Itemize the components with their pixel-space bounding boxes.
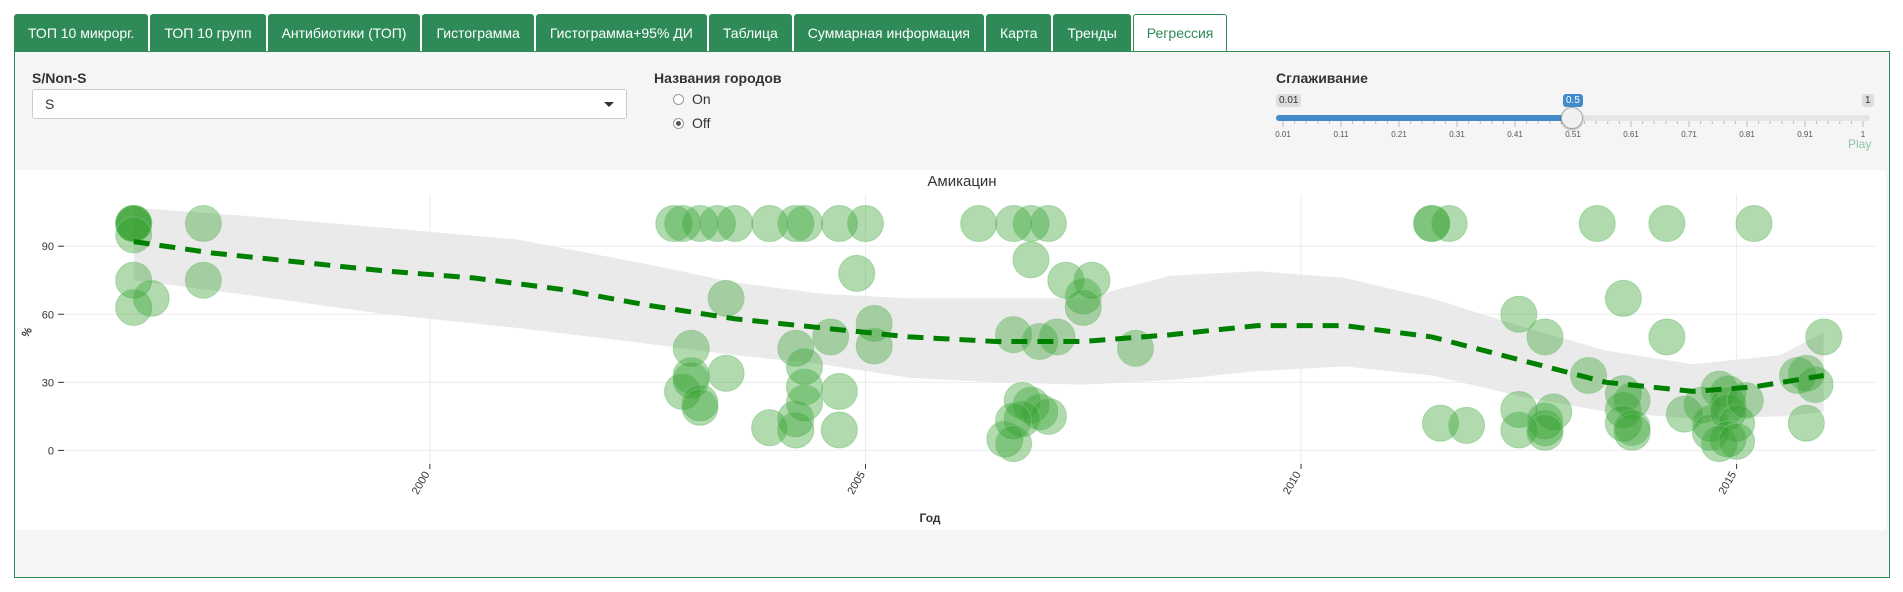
radio-on-circle[interactable]	[673, 93, 684, 105]
tab-4[interactable]: Гистограмма+95% ДИ	[535, 14, 707, 52]
data-point	[1787, 404, 1825, 442]
data-point	[1604, 279, 1642, 317]
y-tick-label: 0	[48, 445, 54, 457]
tab-8[interactable]: Тренды	[1053, 14, 1131, 52]
data-point	[1430, 204, 1468, 242]
slider-tick-label: 0.91	[1797, 130, 1813, 139]
y-tick-label: 90	[42, 241, 54, 253]
slider-tick-label: 0.21	[1391, 130, 1407, 139]
regression-chart: 0 30 60 90 2000 2005 2010 2015 Амикацин Год%	[20, 173, 1876, 525]
tab-7[interactable]: Карта	[986, 14, 1052, 52]
slider-tick-label: 0.81	[1739, 130, 1755, 139]
data-point	[1526, 318, 1564, 356]
chart-title: Амикацин	[927, 173, 996, 190]
data-point	[1735, 204, 1773, 242]
data-point	[184, 204, 222, 242]
sns-select[interactable]: S	[32, 89, 627, 119]
slider-tick-label: 0.11	[1333, 130, 1349, 139]
slider-tick-label: 0.01	[1275, 130, 1291, 139]
x-tick-label: 2005	[845, 470, 868, 497]
data-point	[716, 204, 754, 242]
data-point	[1064, 288, 1102, 326]
x-tick-label: 2000	[410, 470, 433, 497]
sns-label: S/Non-S	[32, 70, 87, 86]
y-tick-label: 30	[42, 377, 54, 389]
data-point	[1578, 204, 1616, 242]
data-point	[1718, 422, 1756, 460]
cities-label: Названия городов	[654, 70, 782, 86]
data-point	[115, 216, 153, 254]
play-button[interactable]: Play	[1848, 137, 1871, 151]
data-point	[838, 254, 876, 292]
smooth-min-badge: 0.01	[1276, 94, 1302, 107]
tab-3[interactable]: Гистограмма	[422, 14, 534, 52]
smooth-slider[interactable]: 0.01 0.5 1 0.01 0.11 0.21 0.31 0.41 0.51 0.61 0…	[1275, 94, 1874, 150]
tab-5[interactable]: Таблица	[708, 14, 792, 52]
data-point	[820, 411, 858, 449]
x-axis-label: Год	[920, 511, 941, 525]
slider-tick-label: 0.31	[1449, 130, 1465, 139]
slider-tick-label: 0.51	[1565, 130, 1581, 139]
smooth-max-badge: 1	[1862, 94, 1874, 107]
data-point	[960, 204, 998, 242]
data-point	[785, 204, 823, 242]
data-point	[1648, 204, 1686, 242]
y-tick-label: 60	[42, 309, 54, 321]
sns-select-value: S	[45, 96, 55, 112]
data-point	[995, 425, 1033, 463]
tab-6[interactable]: Суммарная информация	[793, 14, 985, 52]
regression-plot: 0 30 60 90 2000 2005 2010 2015 Амикацин Год%	[16, 170, 1886, 530]
data-point	[751, 409, 789, 447]
radio-off[interactable]: Off	[673, 115, 710, 131]
slider-tick-label: 0.71	[1681, 130, 1697, 139]
slider-handle[interactable]	[1561, 107, 1583, 129]
data-point	[1038, 318, 1076, 356]
data-point	[184, 261, 222, 299]
radio-off-label: Off	[692, 115, 711, 131]
data-point	[820, 372, 858, 410]
data-point	[1526, 413, 1564, 451]
data-point	[1648, 318, 1686, 356]
data-point	[1613, 409, 1651, 447]
chevron-down-icon	[604, 102, 614, 107]
tab-1[interactable]: ТОП 10 групп	[150, 14, 266, 52]
radio-on[interactable]: On	[673, 91, 711, 107]
tab-bar: ТОП 10 микрорг. ТОП 10 групп Антибиотики (…	[14, 14, 1228, 53]
data-point	[707, 354, 745, 392]
radio-on-label: On	[692, 91, 711, 107]
smooth-value-badge: 0.5	[1563, 94, 1583, 107]
tab-9[interactable]: Регрессия	[1132, 14, 1228, 53]
data-point	[1796, 366, 1834, 404]
data-point	[812, 318, 850, 356]
x-tick-label: 2010	[1281, 470, 1304, 497]
radio-off-circle[interactable]	[673, 117, 684, 129]
data-point	[1012, 241, 1050, 279]
data-point	[132, 279, 170, 317]
data-point	[1029, 204, 1067, 242]
slider-tick-label: 0.61	[1623, 130, 1639, 139]
slider-tick-label: 0.41	[1507, 130, 1523, 139]
data-point	[846, 204, 884, 242]
data-point	[1805, 318, 1843, 356]
x-tick-label: 2015	[1717, 470, 1740, 497]
y-axis-label: %	[20, 325, 35, 340]
smooth-label: Сглаживание	[1276, 70, 1368, 86]
tab-2[interactable]: Антибиотики (ТОП)	[267, 14, 421, 52]
tab-0[interactable]: ТОП 10 микрорг.	[14, 14, 149, 52]
data-point	[707, 279, 745, 317]
data-point	[681, 388, 719, 426]
data-point	[1448, 406, 1486, 444]
